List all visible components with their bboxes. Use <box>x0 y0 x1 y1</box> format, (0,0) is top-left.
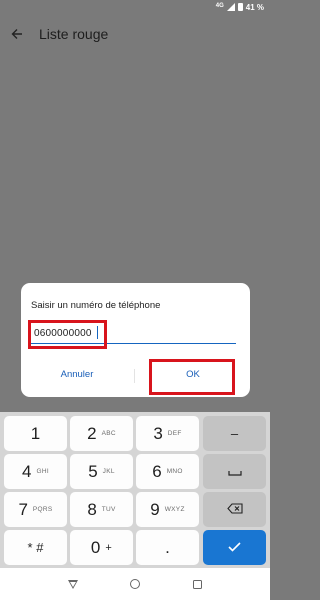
highlight-box-ok <box>149 359 235 395</box>
key-4[interactable]: 4 GHI <box>4 454 67 489</box>
network-type: 4G <box>215 2 224 9</box>
key-letters: PQRS <box>32 506 53 513</box>
key-letters: MNO <box>166 468 183 475</box>
key-digit: * # <box>27 540 44 555</box>
key-space[interactable] <box>203 454 266 489</box>
nav-home-icon[interactable] <box>130 579 141 589</box>
key-dot[interactable]: . <box>136 530 199 565</box>
highlight-box-input <box>28 320 107 349</box>
key-letters: DEF <box>167 430 182 437</box>
key-digit: 2 <box>87 423 97 443</box>
key-digit: 5 <box>88 461 98 481</box>
key-5[interactable]: 5 JKL <box>70 454 133 489</box>
key-3[interactable]: 3 DEF <box>136 416 199 451</box>
backspace-icon <box>226 501 243 519</box>
phone-number-dialog: Saisir un numéro de téléphone 0600000000… <box>21 283 250 397</box>
key-digit: 0 <box>90 537 101 557</box>
cancel-button[interactable]: Annuler <box>41 369 113 380</box>
dialog-title: Saisir un numéro de téléphone <box>31 300 161 311</box>
key-2[interactable]: 2 ABC <box>70 416 133 451</box>
key-9[interactable]: 9 WXYZ <box>136 492 199 527</box>
key-digit: 1 <box>30 423 41 443</box>
key-letters: TUV <box>101 506 116 513</box>
battery-icon <box>237 3 243 11</box>
key-letters: + <box>105 541 113 554</box>
numeric-keypad: 1 2 ABC 3 DEF – 4 GHI 5 JKL 6 MNO 7 PQRS… <box>0 412 270 568</box>
key-letters: WXYZ <box>164 506 185 513</box>
system-nav-bar <box>0 568 270 600</box>
key-digit: 7 <box>18 499 28 519</box>
battery-percentage: 41 % <box>245 2 264 12</box>
key-1[interactable]: 1 <box>4 416 67 451</box>
key-confirm[interactable] <box>203 530 266 565</box>
key-7[interactable]: 7 PQRS <box>4 492 67 527</box>
key-star-hash[interactable]: * # <box>4 530 67 565</box>
key-minus[interactable]: – <box>203 416 266 451</box>
key-digit: 3 <box>153 423 163 443</box>
button-divider <box>134 369 135 383</box>
key-letters: JKL <box>102 468 115 475</box>
back-arrow-icon[interactable] <box>0 14 37 54</box>
key-digit: 4 <box>22 461 32 481</box>
status-bar: 4G 41 % <box>0 0 270 14</box>
signal-icon <box>226 3 235 11</box>
key-digit: . <box>165 537 170 557</box>
key-digit: 9 <box>150 499 160 519</box>
key-digit: 6 <box>152 461 162 481</box>
page-title: Liste rouge <box>39 26 109 42</box>
checkmark-icon <box>228 539 241 557</box>
key-8[interactable]: 8 TUV <box>70 492 133 527</box>
app-bar: Liste rouge <box>0 14 270 54</box>
key-digit: 8 <box>87 499 97 519</box>
key-letters: ABC <box>101 430 116 437</box>
key-letters: GHI <box>36 468 49 475</box>
minus-icon: – <box>230 426 239 441</box>
space-icon <box>227 463 242 481</box>
nav-recents-icon[interactable] <box>192 579 202 589</box>
nav-back-icon[interactable] <box>68 579 79 589</box>
key-backspace[interactable] <box>203 492 266 527</box>
key-6[interactable]: 6 MNO <box>136 454 199 489</box>
key-0[interactable]: 0 + <box>70 530 133 565</box>
